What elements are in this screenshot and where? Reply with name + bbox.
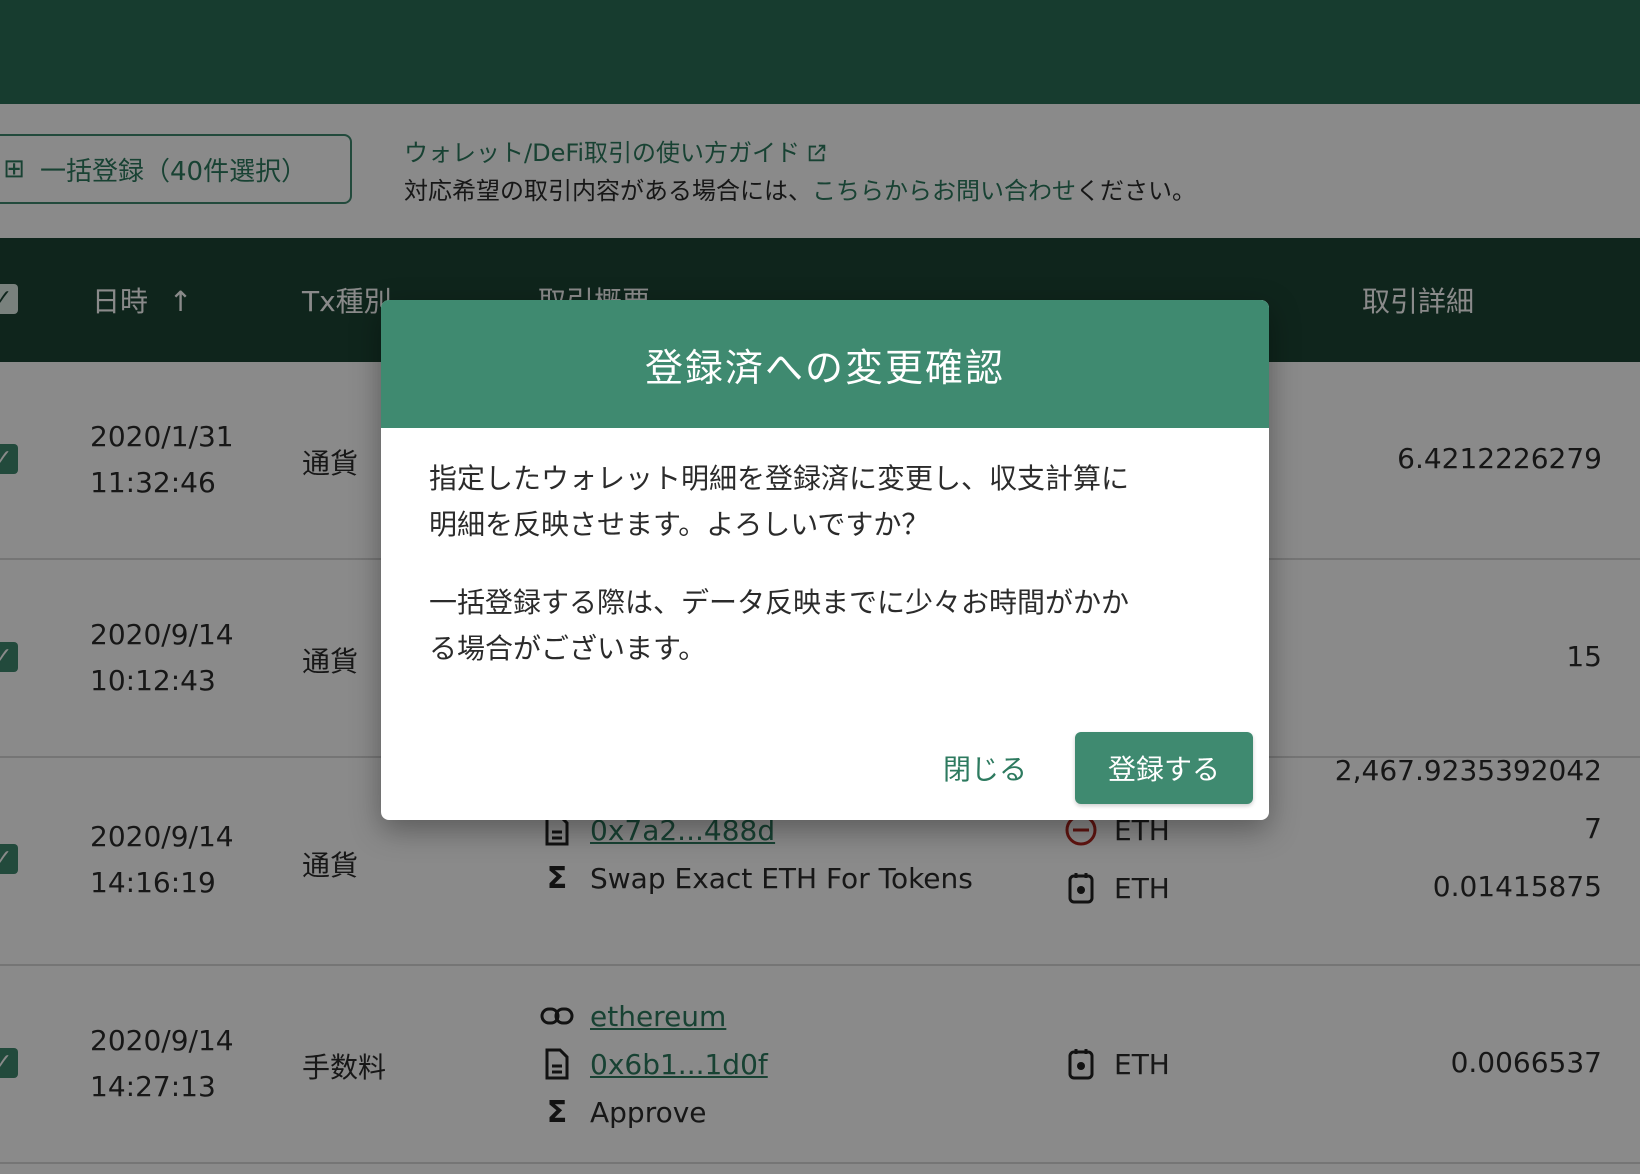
- dialog-text-line: 明細を反映させます。よろしいですか？: [429, 508, 930, 541]
- dialog-text-line: 指定したウォレット明細を登録済に変更し、収支計算に: [429, 462, 1130, 495]
- dialog-paragraph-1: 指定したウォレット明細を登録済に変更し、収支計算に 明細を反映させます。よろしい…: [429, 456, 1221, 548]
- register-button[interactable]: 登録する: [1075, 732, 1253, 804]
- dialog-title: 登録済への変更確認: [381, 300, 1269, 428]
- close-button[interactable]: 閉じる: [931, 738, 1039, 798]
- dialog-body: 指定したウォレット明細を登録済に変更し、収支計算に 明細を反映させます。よろしい…: [381, 428, 1269, 672]
- dialog-actions: 閉じる 登録する: [931, 732, 1253, 804]
- dialog-paragraph-2: 一括登録する際は、データ反映までに少々お時間がかか る場合がございます。: [429, 580, 1221, 672]
- confirm-dialog: 登録済への変更確認 指定したウォレット明細を登録済に変更し、収支計算に 明細を反…: [381, 300, 1269, 820]
- dialog-text-line: 一括登録する際は、データ反映までに少々お時間がかか: [429, 586, 1130, 619]
- dialog-text-line: る場合がございます。: [429, 632, 707, 665]
